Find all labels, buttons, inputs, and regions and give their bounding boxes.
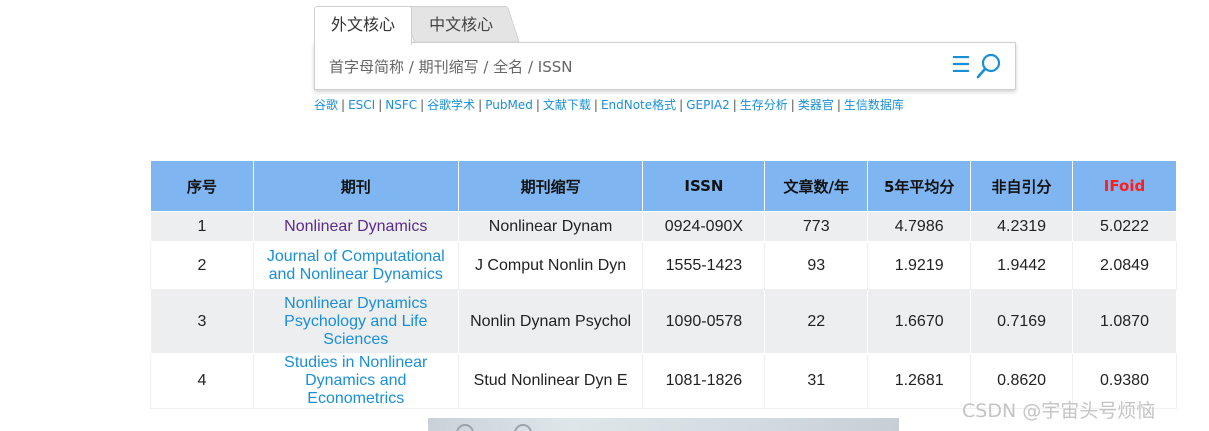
separator: | <box>836 98 841 112</box>
separator: | <box>535 98 540 112</box>
link-endnote[interactable]: EndNote格式 <box>601 98 676 112</box>
cell-abbr: Stud Nonlinear Dyn E <box>457 353 644 409</box>
cell-no: 3 <box>150 289 254 354</box>
link-esci[interactable]: ESCI <box>348 98 375 112</box>
cell-nonself: 4.2319 <box>970 211 1074 242</box>
cell-issn: 1555-1423 <box>642 241 766 290</box>
quick-links: 谷歌 | ESCI | NSFC | 谷歌学术 | PubMed | 文献下载 | EndNote格式 |… <box>314 96 904 113</box>
header-abbr: 期刊缩写 <box>457 160 644 212</box>
cell-no: 2 <box>150 241 254 290</box>
tab-chinese-core[interactable]: 中文核心 <box>401 6 520 43</box>
cell-no: 4 <box>150 353 254 409</box>
separator: | <box>679 98 684 112</box>
separator: | <box>378 98 383 112</box>
cell-nonself: 1.9442 <box>970 241 1074 290</box>
cell-avg5: 4.7986 <box>867 211 972 242</box>
separator: | <box>478 98 483 112</box>
cell-journal: Journal of Computational and Nonlinear D… <box>252 241 459 290</box>
cell-no: 1 <box>150 211 254 242</box>
cell-issn: 1081-1826 <box>642 353 766 409</box>
search-box: ☰ <box>314 42 1016 90</box>
separator: | <box>790 98 795 112</box>
cell-nonself: 0.7169 <box>970 289 1074 354</box>
cell-abbr: J Comput Nonlin Dyn <box>457 241 644 290</box>
separator: | <box>732 98 737 112</box>
link-survival-analysis[interactable]: 生存分析 <box>740 98 788 112</box>
cell-articles: 31 <box>764 353 869 409</box>
watermark: CSDN @宇宙头号烦恼 <box>962 400 1156 422</box>
separator: | <box>341 98 346 112</box>
cell-articles: 773 <box>764 211 869 242</box>
bottom-image <box>428 418 899 431</box>
table-row: 3 Nonlinear Dynamics Psychology and Life… <box>150 289 1177 354</box>
tab-chinese-core-label: 中文核心 <box>429 15 494 34</box>
page: 中文核心 外文核心 ☰ 谷歌|ESCI|NSFC|谷歌学术|PubMed|文献下… <box>0 0 1209 431</box>
journal-link[interactable]: Studies in Nonlinear Dynamics and Econom… <box>284 354 427 407</box>
header-ifoid: IFoid <box>1072 160 1177 212</box>
cell-if: 5.0222 <box>1072 211 1177 242</box>
journal-link[interactable]: Journal of Computational and Nonlinear D… <box>267 248 445 283</box>
link-bioinfo-db[interactable]: 生信数据库 <box>844 98 904 112</box>
cell-issn: 0924-090X <box>642 211 766 242</box>
header-issn: ISSN <box>642 160 766 212</box>
cell-journal: Nonlinear Dynamics Psychology and Life S… <box>252 289 459 354</box>
search-tabs: 中文核心 外文核心 <box>314 6 574 45</box>
menu-icon[interactable]: ☰ <box>951 55 971 77</box>
header-no: 序号 <box>150 160 254 212</box>
header-nonself: 非自引分 <box>970 160 1074 212</box>
link-pubmed[interactable]: PubMed <box>485 98 533 112</box>
journal-link[interactable]: Nonlinear Dynamics Psychology and Life S… <box>284 295 427 348</box>
tab-foreign-core[interactable]: 外文核心 <box>314 6 412 45</box>
separator: | <box>593 98 598 112</box>
link-google[interactable]: 谷歌 <box>314 98 338 112</box>
separator: | <box>420 98 425 112</box>
journal-link[interactable]: Nonlinear Dynamics <box>284 218 427 235</box>
cell-abbr: Nonlinear Dynam <box>457 211 644 242</box>
cell-journal: Studies in Nonlinear Dynamics and Econom… <box>252 353 459 409</box>
link-nsfc[interactable]: NSFC <box>385 98 417 112</box>
cell-issn: 1090-0578 <box>642 289 766 354</box>
journal-table: 序号 期刊 期刊缩写 ISSN 文章数/年 5年平均分 非自引分 IFoid 1… <box>150 160 1177 409</box>
table-row: 2 Journal of Computational and Nonlinear… <box>150 241 1177 290</box>
link-google-scholar[interactable]: 谷歌学术 <box>427 98 475 112</box>
cell-articles: 93 <box>764 241 869 290</box>
cell-if: 1.0870 <box>1072 289 1177 354</box>
search-input[interactable] <box>327 51 941 83</box>
search-icon[interactable] <box>975 52 1003 80</box>
cell-if: 2.0849 <box>1072 241 1177 290</box>
cell-abbr: Nonlin Dynam Psychol <box>457 289 644 354</box>
header-journal: 期刊 <box>252 160 459 212</box>
link-organoid[interactable]: 类器官 <box>798 98 834 112</box>
link-gepia2[interactable]: GEPIA2 <box>686 98 730 112</box>
header-articles: 文章数/年 <box>764 160 869 212</box>
cell-avg5: 1.2681 <box>867 353 972 409</box>
link-download[interactable]: 文献下载 <box>543 98 591 112</box>
circle-decoration <box>456 424 474 431</box>
cell-journal: Nonlinear Dynamics <box>252 211 459 242</box>
header-avg5: 5年平均分 <box>867 160 972 212</box>
table-row: 1 Nonlinear Dynamics Nonlinear Dynam 092… <box>150 211 1177 242</box>
cell-articles: 22 <box>764 289 869 354</box>
table-header-row: 序号 期刊 期刊缩写 ISSN 文章数/年 5年平均分 非自引分 IFoid <box>150 160 1177 212</box>
circle-decoration <box>514 424 532 431</box>
cell-avg5: 1.9219 <box>867 241 972 290</box>
cell-avg5: 1.6670 <box>867 289 972 354</box>
